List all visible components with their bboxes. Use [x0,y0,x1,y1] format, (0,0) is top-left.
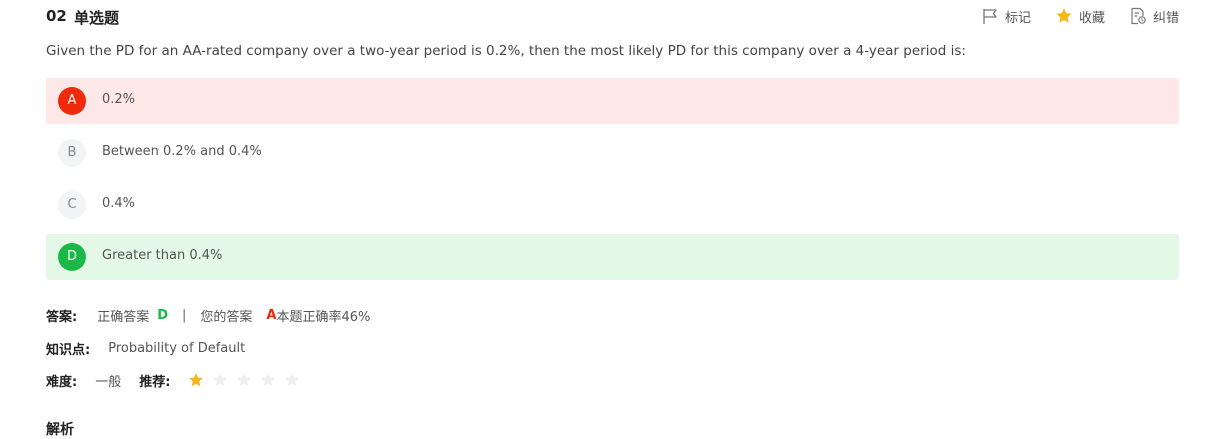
report-error-button[interactable]: 纠错 [1129,7,1179,26]
rating-star-icon [189,373,204,387]
difficulty-label: 难度: [46,374,78,390]
knowledge-row: 知识点: Probability of Default [46,338,245,358]
flag-icon [983,9,997,24]
answer-separator: | [182,307,187,323]
option-text: 0.4% [102,196,136,211]
option-letter: C [58,191,86,219]
difficulty-row: 难度: 一般 推荐: [46,370,308,390]
accuracy-text: 本题正确率46% [276,309,371,325]
recommend-rating [188,372,308,388]
mark-button[interactable]: 标记 [981,7,1031,26]
option-letter: B [58,139,86,167]
option-text: Greater than 0.4% [102,248,223,263]
question-actions: 标记 收藏 纠错 [957,5,1179,27]
answer-row: 答案: 正确答案 D | 您的答案 A 本题正确率46% [46,305,370,325]
report-error-label: 纠错 [1152,10,1179,26]
question-text: Given the PD for an AA-rated company ove… [46,43,966,59]
rating-star-icon [285,373,300,387]
option-a[interactable]: A 0.2% [46,78,1179,124]
favorite-button[interactable]: 收藏 [1055,7,1105,26]
knowledge-label: 知识点: [46,342,91,358]
option-text: 0.2% [102,92,136,107]
analysis-title: 解析 [46,422,74,438]
rating-star-icon [237,373,252,387]
rating-star-icon [213,373,228,387]
question-type: 单选题 [74,9,120,27]
your-answer-label: 您的答案 [200,309,253,325]
difficulty-value: 一般 [95,374,122,390]
question-number: 02 [46,7,67,25]
option-d[interactable]: D Greater than 0.4% [46,234,1179,280]
report-document-icon [1131,7,1146,25]
rating-star-icon [261,373,276,387]
option-c[interactable]: C 0.4% [46,182,1179,228]
option-b[interactable]: B Between 0.2% and 0.4% [46,130,1179,176]
correct-answer-label: 正确答案 [97,309,150,325]
your-answer-value: A [266,307,277,323]
question-header: 02 单选题 标记 收藏 纠错 [46,5,1179,27]
knowledge-value: Probability of Default [108,340,246,356]
option-text: Between 0.2% and 0.4% [102,144,262,159]
option-letter: A [58,87,86,115]
option-letter: D [58,243,86,271]
answer-label: 答案: [46,309,78,325]
star-icon [1056,8,1072,23]
recommend-label: 推荐: [139,374,171,390]
favorite-label: 收藏 [1078,10,1105,26]
mark-label: 标记 [1004,10,1031,26]
correct-answer-value: D [157,307,169,323]
